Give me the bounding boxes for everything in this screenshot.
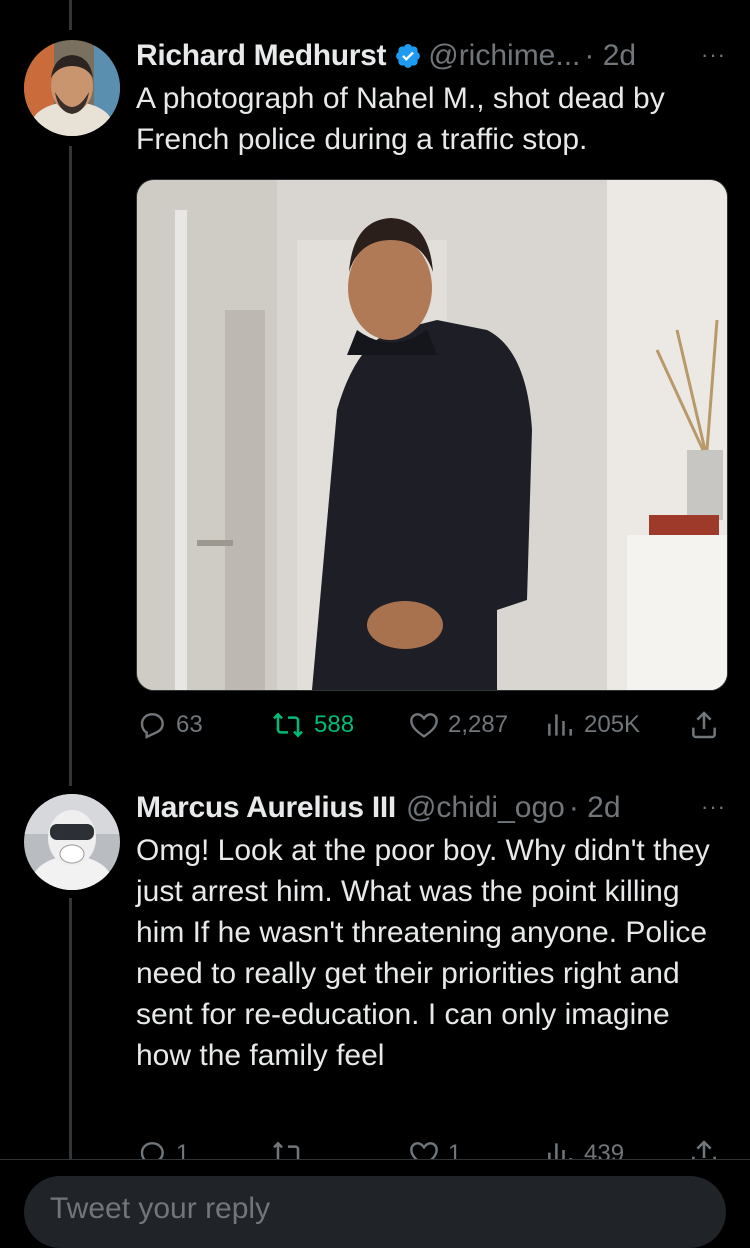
views-count: 205K <box>584 711 641 738</box>
retweet-icon <box>273 712 303 738</box>
tweet-2[interactable]: Marcus Aurelius III @chidi_ogo · 2d ··· … <box>0 760 750 1168</box>
tweet-actions: 63 588 2,287 205K <box>136 705 726 745</box>
tweet-time[interactable]: · 2d <box>584 39 636 73</box>
tweet-header: Richard Medhurst @richime... · 2d <box>136 36 726 76</box>
reply-icon <box>140 713 164 739</box>
like-action[interactable]: 2,287 <box>408 709 508 741</box>
photo-image <box>137 180 727 690</box>
tweet-photo[interactable] <box>136 179 728 691</box>
avatar[interactable] <box>24 40 120 136</box>
tweet-text: Omg! Look at the poor boy. Why didn't th… <box>136 834 710 1072</box>
views-icon <box>548 714 572 736</box>
like-count: 2,287 <box>448 711 509 738</box>
retweet-count: 588 <box>314 711 355 738</box>
reply-count: 63 <box>176 711 203 738</box>
author-handle[interactable]: @chidi_ogo <box>406 791 565 825</box>
tweet-header: Marcus Aurelius III @chidi_ogo · 2d <box>136 788 726 828</box>
views-action[interactable]: 205K <box>544 709 640 741</box>
tweet-1[interactable]: Richard Medhurst @richime... · 2d ··· A … <box>0 0 750 760</box>
more-icon[interactable]: ··· <box>701 794 726 820</box>
avatar-image <box>24 794 120 890</box>
reply-action[interactable]: 63 <box>136 709 203 741</box>
reply-divider <box>0 1159 750 1160</box>
tweet-text: A photograph of Nahel M., shot dead by F… <box>136 82 665 156</box>
retweet-action[interactable]: 588 <box>270 709 354 741</box>
author-name[interactable]: Marcus Aurelius III <box>136 791 396 825</box>
avatar-image <box>24 40 120 136</box>
reply-placeholder[interactable]: Tweet your reply <box>50 1192 270 1226</box>
like-icon <box>410 713 438 738</box>
avatar[interactable] <box>24 794 120 890</box>
share-action[interactable] <box>688 709 720 741</box>
author-name[interactable]: Richard Medhurst <box>136 39 387 73</box>
author-handle[interactable]: @richime... <box>428 39 580 73</box>
share-icon <box>692 711 716 739</box>
verified-badge-icon <box>394 42 422 70</box>
tweet-time[interactable]: · 2d <box>569 791 621 825</box>
more-icon[interactable]: ··· <box>701 42 726 68</box>
